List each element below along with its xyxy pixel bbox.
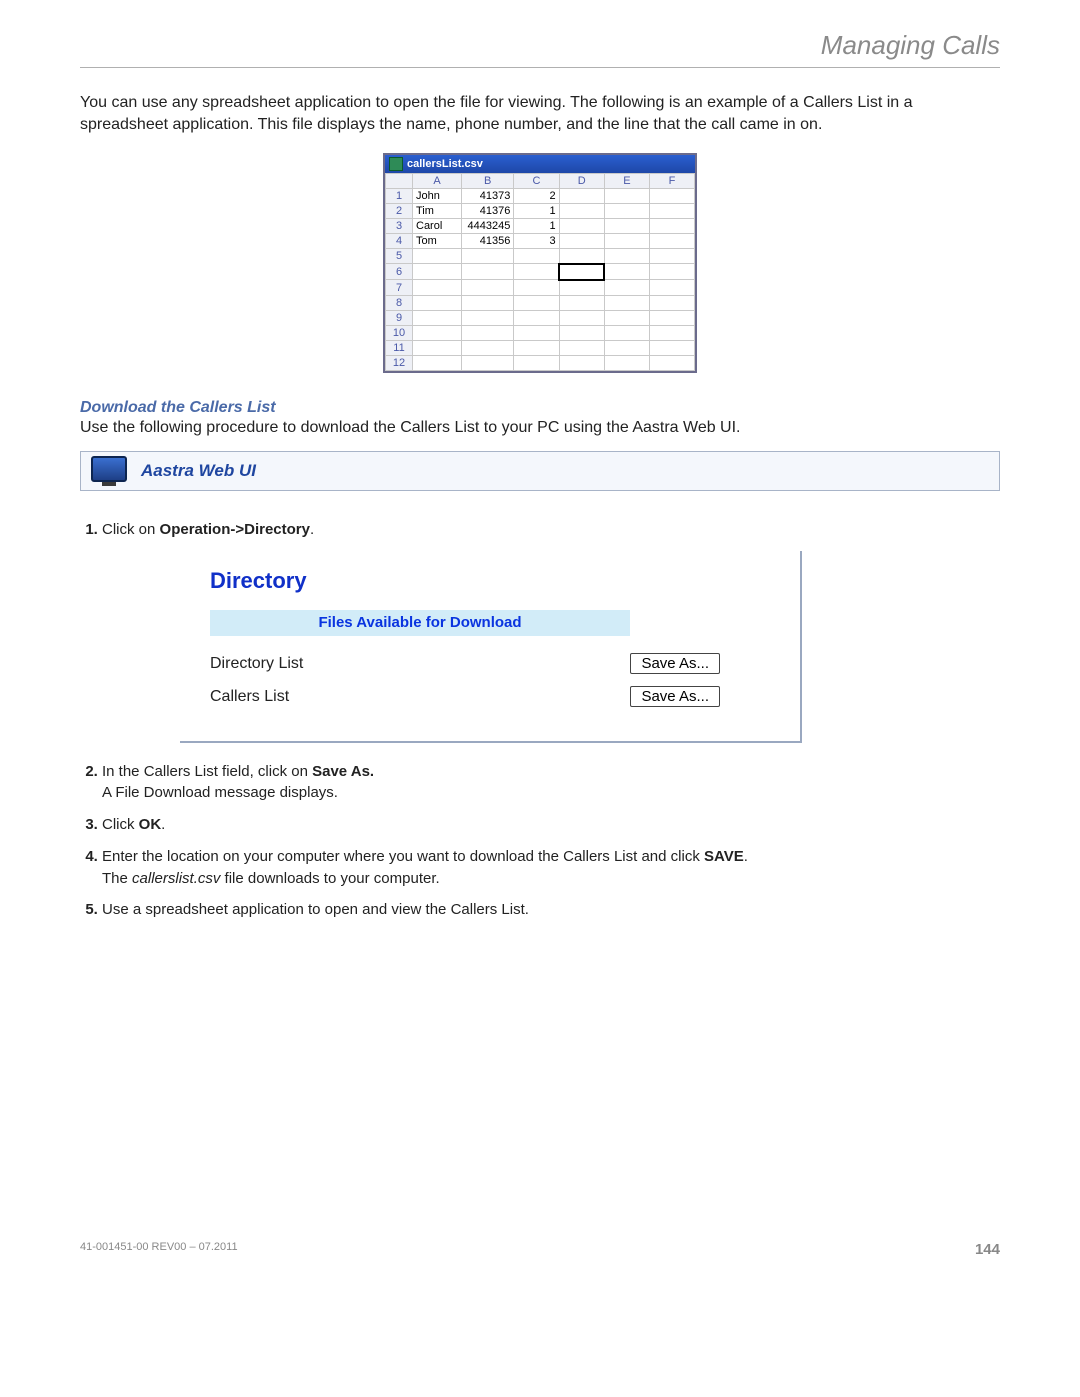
cell: 4443245: [461, 218, 513, 233]
spreadsheet-titlebar: callersList.csv: [385, 155, 695, 173]
page-number: 144: [975, 1241, 1000, 1258]
files-available-header: Files Available for Download: [210, 610, 630, 636]
step-text: The: [102, 870, 132, 887]
header-rule: [80, 67, 1000, 68]
row-header: 8: [386, 295, 413, 310]
step-1: Click on Operation->Directory. Directory…: [102, 519, 1000, 743]
spreadsheet-filename: callersList.csv: [407, 158, 483, 170]
step-bold: OK: [139, 816, 162, 833]
cell: 41376: [461, 203, 513, 218]
step-italic: callerslist.csv: [132, 870, 220, 887]
row-header: 6: [386, 264, 413, 280]
step-bold: Save As.: [312, 763, 374, 780]
intro-paragraph: You can use any spreadsheet application …: [80, 92, 1000, 137]
file-label-directory-list: Directory List: [210, 652, 303, 675]
steps-list: Click on Operation->Directory. Directory…: [80, 519, 1000, 921]
row-header: 1: [386, 188, 413, 203]
step-2: In the Callers List field, click on Save…: [102, 761, 1000, 805]
row-header: 2: [386, 203, 413, 218]
row-header: 5: [386, 248, 413, 264]
row-header: 10: [386, 325, 413, 340]
step-3: Click OK.: [102, 814, 1000, 836]
step-text: In the Callers List field, click on: [102, 763, 312, 780]
row-header: 4: [386, 233, 413, 248]
cell: 3: [514, 233, 559, 248]
step-5: Use a spreadsheet application to open an…: [102, 899, 1000, 921]
section-subhead: Download the Callers List: [80, 399, 1000, 417]
step-text: Use a spreadsheet application to open an…: [102, 901, 529, 918]
row-header: 9: [386, 310, 413, 325]
directory-screenshot: Directory Files Available for Download D…: [180, 551, 802, 743]
col-header: D: [559, 173, 604, 188]
step-4: Enter the location on your computer wher…: [102, 846, 1000, 890]
spreadsheet-grid: A B C D E F 1John413732 2Tim413761 3Caro…: [385, 173, 695, 371]
col-header: C: [514, 173, 559, 188]
cell: Tom: [413, 233, 462, 248]
web-ui-banner: Aastra Web UI: [80, 451, 1000, 491]
cell: Carol: [413, 218, 462, 233]
row-header: 3: [386, 218, 413, 233]
col-header: E: [604, 173, 649, 188]
cell: 41356: [461, 233, 513, 248]
row-header: 7: [386, 280, 413, 296]
step-text: Click: [102, 816, 139, 833]
step-text: .: [310, 521, 314, 538]
cell: 1: [514, 203, 559, 218]
directory-title: Directory: [210, 565, 770, 597]
save-as-button-callers[interactable]: Save As...: [630, 686, 720, 707]
row-header: 12: [386, 355, 413, 370]
step-text: .: [744, 848, 748, 865]
cell: John: [413, 188, 462, 203]
file-row: Directory List Save As...: [210, 652, 720, 675]
file-label-callers-list: Callers List: [210, 685, 289, 708]
step-bold: Operation->Directory: [160, 521, 310, 538]
step-text: A File Download message displays.: [102, 784, 338, 801]
procedure-text: Use the following procedure to download …: [80, 419, 1000, 437]
step-text: Enter the location on your computer wher…: [102, 848, 704, 865]
cell: 1: [514, 218, 559, 233]
col-header: A: [413, 173, 462, 188]
footer-docid: 41-001451-00 REV00 – 07.2011: [80, 1241, 238, 1258]
step-text: file downloads to your computer.: [220, 870, 439, 887]
col-header: F: [649, 173, 694, 188]
active-cell: [559, 264, 604, 280]
cell: 2: [514, 188, 559, 203]
file-row: Callers List Save As...: [210, 685, 720, 708]
cell: 41373: [461, 188, 513, 203]
step-text: .: [161, 816, 165, 833]
col-header: B: [461, 173, 513, 188]
step-text: Click on: [102, 521, 160, 538]
corner-cell: [386, 173, 413, 188]
banner-label: Aastra Web UI: [141, 461, 256, 481]
excel-icon: [389, 157, 403, 171]
monitor-icon: [91, 456, 127, 486]
page-header-title: Managing Calls: [80, 30, 1000, 61]
cell: Tim: [413, 203, 462, 218]
row-header: 11: [386, 340, 413, 355]
save-as-button-directory[interactable]: Save As...: [630, 653, 720, 674]
spreadsheet-screenshot: callersList.csv A B C D E F 1John413732 …: [383, 153, 697, 373]
step-bold: SAVE: [704, 848, 744, 865]
page-footer: 41-001451-00 REV00 – 07.2011 144: [80, 1241, 1000, 1258]
